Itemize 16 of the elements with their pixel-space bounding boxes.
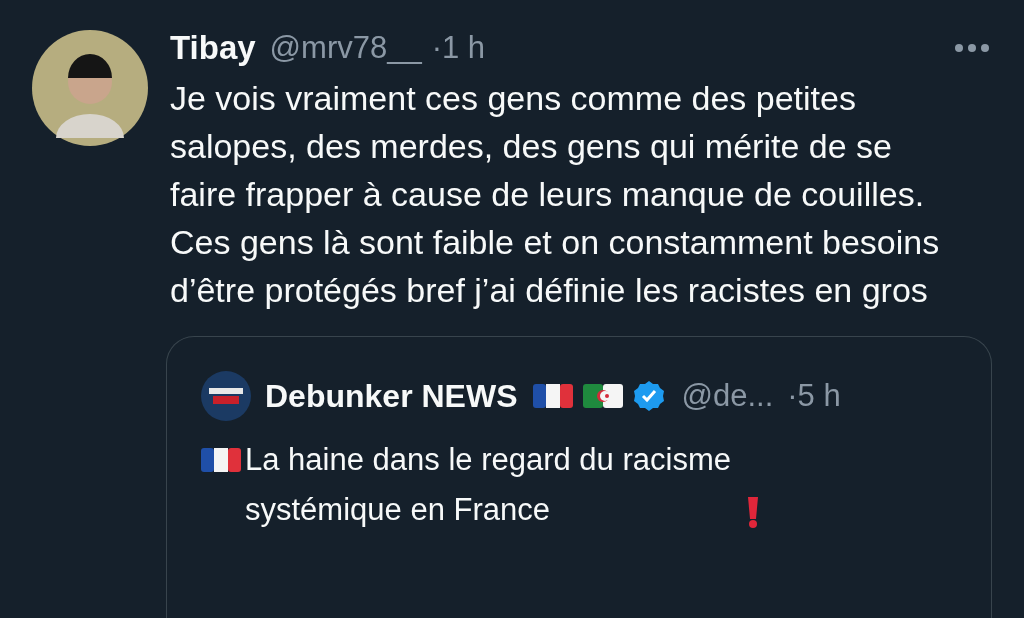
flag-icon — [533, 382, 574, 410]
user-name[interactable]: Tibay — [170, 29, 256, 67]
exclamation-icon — [745, 495, 761, 529]
avatar[interactable] — [32, 30, 148, 146]
quoted-timestamp[interactable]: ·5 h — [787, 378, 841, 414]
timestamp[interactable]: ·1 h — [431, 30, 486, 66]
quoted-tweet-card[interactable]: Debunker NEWS @de... ·5 h La haine dans le regard du racisme systémique en France — [166, 336, 992, 618]
quoted-user-handle[interactable]: @de... — [681, 378, 774, 414]
flag-icon — [201, 446, 241, 474]
quoted-text: La haine dans le regard du racisme systémique en France — [245, 441, 732, 529]
more-icon[interactable] — [954, 43, 990, 53]
logo-icon — [201, 371, 251, 421]
flag-icon — [583, 382, 624, 410]
user-handle[interactable]: @mrv78__ — [269, 30, 422, 66]
tweet-text: Je vois vraiment ces gens comme des petites salopes, des merdes, des gens qui mérite de se faire frapper à cause de leurs manque de couilles. Ces gens là sont faible et on constamment besoins d’être protégés bref j’ai définie les racistes en gros — [170, 78, 941, 311]
quoted-user-name[interactable]: Debunker NEWS — [265, 377, 518, 415]
